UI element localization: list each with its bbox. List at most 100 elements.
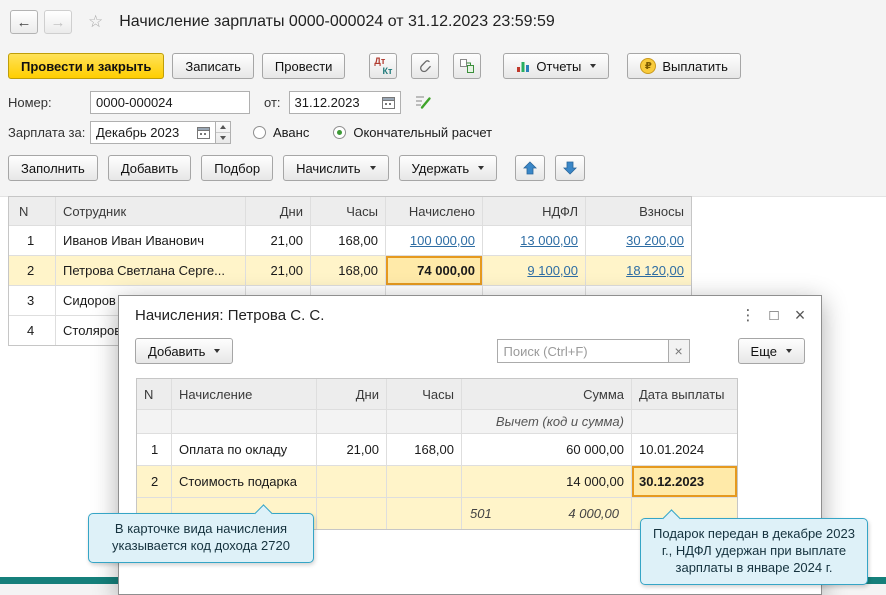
- forward-button[interactable]: →: [44, 10, 72, 34]
- debit-label: Дт: [374, 56, 386, 66]
- radio-circle-selected[interactable]: [333, 125, 347, 139]
- dialog-add-button[interactable]: Добавить: [135, 338, 234, 364]
- withhold-button[interactable]: Удержать: [398, 155, 498, 181]
- contributions-link[interactable]: 30 200,00: [586, 226, 691, 255]
- dialog-title: Начисления: Петрова С. С.: [135, 306, 325, 324]
- accrued-cell-selected[interactable]: 74 000,00: [386, 256, 483, 285]
- ndfl-link[interactable]: 13 000,00: [483, 226, 586, 255]
- back-button[interactable]: ←: [10, 10, 38, 34]
- chevron-down-icon: [786, 349, 792, 353]
- header-contributions: Взносы: [639, 203, 684, 219]
- move-up-button[interactable]: [515, 155, 546, 181]
- hours-cell[interactable]: 168,00: [311, 256, 386, 285]
- commands-row: Заполнить Добавить Подбор Начислить Удер…: [8, 155, 586, 181]
- period-spinner[interactable]: [216, 120, 231, 144]
- sum-cell[interactable]: 14 000,00: [462, 466, 632, 497]
- fill-button[interactable]: Заполнить: [8, 155, 98, 181]
- ndfl-link[interactable]: 9 100,00: [483, 256, 586, 285]
- employee-cell[interactable]: Петрова Светлана Серге...: [56, 256, 246, 285]
- deduction-sum[interactable]: 4 000,00: [568, 506, 619, 521]
- sum-cell[interactable]: 60 000,00: [462, 434, 632, 465]
- contributions-link[interactable]: 18 120,00: [586, 256, 691, 285]
- show-postings-button[interactable]: Дт Кт: [369, 53, 398, 79]
- radio-final[interactable]: Окончательный расчет: [333, 125, 492, 140]
- titlebar: ← → ☆ Начисление зарплаты 0000-000024 от…: [10, 8, 555, 36]
- dialog-close-button[interactable]: ×: [787, 302, 813, 328]
- radio-advance[interactable]: Аванс: [253, 125, 309, 140]
- arrow-down-icon: [563, 161, 578, 175]
- calendar-icon[interactable]: [381, 96, 395, 109]
- edit-button[interactable]: [415, 94, 432, 110]
- accrual-cell[interactable]: Стоимость подарка: [172, 466, 317, 497]
- chevron-down-icon: [214, 349, 221, 353]
- hours-cell[interactable]: 168,00: [387, 434, 462, 465]
- date-value: 31.12.2023: [294, 94, 360, 110]
- callout-gift-note: Подарок передан в декабре 2023 г., НДФЛ …: [640, 518, 868, 585]
- dialog-more-button[interactable]: Еще: [737, 338, 805, 364]
- reports-button[interactable]: Отчеты: [503, 53, 610, 79]
- deduction-code[interactable]: 501: [470, 506, 492, 521]
- header-n: N: [137, 379, 172, 409]
- add-row-button[interactable]: Добавить: [107, 155, 192, 181]
- radio-final-label: Окончательный расчет: [353, 124, 493, 140]
- save-button[interactable]: Записать: [172, 53, 254, 79]
- related-documents-icon: [459, 58, 475, 74]
- row-number-cell[interactable]: 1: [137, 434, 172, 465]
- accrual-row: 1 Оплата по окладу 21,00 168,00 60 000,0…: [137, 433, 737, 465]
- employees-table-header: N Сотрудник Дни Часы Начислено НДФЛ Взно…: [9, 197, 691, 225]
- accrue-button[interactable]: Начислить: [283, 155, 389, 181]
- pay-button[interactable]: ₽ Выплатить: [627, 53, 741, 79]
- period-input[interactable]: Декабрь 2023: [90, 120, 216, 144]
- row-number-cell[interactable]: 2: [137, 466, 172, 497]
- header-accrual: Начисление: [172, 379, 317, 409]
- accrued-link[interactable]: 100 000,00: [386, 226, 483, 255]
- date-label: от:: [264, 94, 281, 110]
- pay-date-cell-selected[interactable]: 30.12.2023: [632, 466, 737, 497]
- pick-button[interactable]: Подбор: [201, 155, 274, 181]
- radio-circle[interactable]: [253, 125, 266, 139]
- chevron-down-icon: [369, 166, 376, 170]
- post-and-close-button[interactable]: Провести и закрыть: [8, 53, 165, 79]
- spinner-down-button[interactable]: [216, 133, 230, 143]
- dialog-toolbar: Добавить × Еще: [119, 334, 821, 368]
- attachments-button[interactable]: [411, 53, 440, 79]
- dialog-maximize-button[interactable]: □: [761, 302, 787, 328]
- paperclip-icon: [418, 59, 433, 74]
- number-input[interactable]: 0000-000024: [90, 90, 250, 114]
- header-sum: Сумма: [462, 379, 632, 409]
- arrow-up-icon: [523, 161, 538, 175]
- forward-icon: →: [50, 13, 66, 31]
- search-clear-button[interactable]: ×: [668, 339, 690, 363]
- accrue-label: Начислить: [296, 160, 361, 176]
- pay-date-cell[interactable]: 10.01.2024: [632, 434, 737, 465]
- dialog-menu-button[interactable]: ⋮: [735, 302, 761, 328]
- days-cell[interactable]: 21,00: [246, 256, 311, 285]
- pay-label: Выплатить: [662, 58, 728, 74]
- toolbar: Провести и закрыть Записать Провести Дт …: [8, 52, 741, 80]
- spinner-up-button[interactable]: [216, 122, 230, 133]
- accruals-table: N Начисление Дни Часы Сумма Дата выплаты…: [136, 378, 738, 530]
- favorite-star-icon[interactable]: ☆: [88, 12, 103, 32]
- row-number-cell[interactable]: 4: [9, 316, 56, 345]
- related-documents-button[interactable]: [453, 53, 482, 79]
- row-number-cell[interactable]: 3: [9, 286, 56, 315]
- hours-cell[interactable]: [387, 466, 462, 497]
- row-number-cell[interactable]: 2: [9, 256, 56, 285]
- accruals-table-subheader: Вычет (код и сумма): [137, 409, 737, 433]
- credit-label: Кт: [382, 66, 393, 76]
- days-cell[interactable]: [317, 466, 387, 497]
- post-button[interactable]: Провести: [261, 53, 346, 79]
- date-input[interactable]: 31.12.2023: [288, 90, 401, 114]
- move-down-button[interactable]: [555, 155, 586, 181]
- search-input[interactable]: [496, 339, 669, 363]
- row-number-cell[interactable]: 1: [9, 226, 56, 255]
- reports-chart-icon: [516, 59, 530, 73]
- deduction-subheader: Вычет (код и сумма): [462, 410, 632, 433]
- employee-cell[interactable]: Иванов Иван Иванович: [56, 226, 246, 255]
- days-cell[interactable]: 21,00: [317, 434, 387, 465]
- calendar-icon[interactable]: [197, 126, 210, 139]
- accrual-cell[interactable]: Оплата по окладу: [172, 434, 317, 465]
- days-cell[interactable]: 21,00: [246, 226, 311, 255]
- hours-cell[interactable]: 168,00: [311, 226, 386, 255]
- period-value: Декабрь 2023: [96, 124, 180, 140]
